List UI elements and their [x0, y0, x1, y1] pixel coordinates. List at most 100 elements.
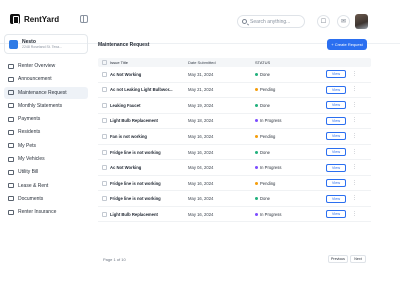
issue-title: Fridge line is not working — [110, 149, 161, 155]
table-row[interactable]: Fan is not working May 16, 2024 Pending Vie… — [98, 129, 371, 145]
row-select-cell[interactable] — [98, 102, 110, 108]
row-select-cell[interactable] — [98, 165, 110, 171]
search-input[interactable] — [250, 18, 305, 25]
select-all-checkbox[interactable] — [101, 60, 107, 65]
date-submitted: May 04, 2024 — [188, 165, 214, 171]
more-options-icon[interactable]: ⋮ — [352, 87, 357, 92]
search-bar[interactable] — [237, 15, 305, 28]
view-button[interactable]: View — [326, 148, 346, 156]
status-label: In Progress — [260, 165, 282, 171]
chat-icon[interactable]: ✉ — [337, 15, 350, 28]
sidebar-item-label: Renter Overview — [18, 63, 56, 69]
more-options-icon[interactable]: ⋮ — [352, 196, 357, 201]
view-button[interactable]: View — [326, 85, 346, 94]
table-row[interactable]: Light Bulb Replacement May 18, 2024 In Pro… — [98, 114, 371, 130]
more-options-icon[interactable]: ⋮ — [352, 102, 357, 108]
document-icon — [8, 196, 14, 202]
app-name: RentYard — [24, 14, 60, 24]
row-select-cell[interactable] — [98, 211, 110, 217]
row-actions: View ⋮ — [326, 85, 359, 94]
table-body: Ac Not Working May 31, 2024 Done View ⋮ Ac no… — [98, 67, 371, 223]
row-checkbox[interactable] — [101, 71, 107, 77]
property-selector[interactable]: Nesto 2248 Roseland St. Texa... — [4, 34, 88, 54]
row-checkbox[interactable] — [101, 149, 107, 155]
row-select-cell[interactable] — [98, 87, 110, 93]
view-button[interactable]: View — [326, 179, 346, 188]
more-options-icon[interactable]: ⋮ — [352, 71, 357, 77]
sidebar-item-lease-rent[interactable]: Lease & Rent — [4, 180, 88, 192]
more-options-icon[interactable]: ⋮ — [352, 180, 357, 186]
row-select-cell[interactable] — [98, 71, 110, 77]
sidebar-item-maintenance-request[interactable]: Maintenance Request — [4, 86, 88, 99]
previous-button[interactable]: Previous — [328, 255, 348, 263]
view-button[interactable]: View — [326, 163, 346, 172]
sidebar-item-renter-overview[interactable]: Renter Overview — [4, 60, 88, 72]
table-row[interactable]: Ac not Leaking Light Bulbwor... May 21, 2… — [98, 83, 371, 99]
select-all-cell[interactable] — [98, 60, 110, 65]
row-select-cell[interactable] — [98, 133, 110, 139]
wrench-icon — [8, 90, 14, 96]
next-button[interactable]: Next — [350, 255, 366, 263]
table-row[interactable]: Fridge line is not working May 16, 2024 Do… — [98, 191, 371, 207]
issue-title: Fridge line is not working — [110, 180, 161, 186]
sidebar-item-documents[interactable]: Documents — [4, 193, 88, 205]
status-badge: In Progress — [255, 165, 326, 170]
view-button[interactable]: View — [326, 210, 346, 219]
row-actions: View ⋮ — [326, 101, 359, 110]
table-row[interactable]: Fridge line is not working May 16, 2024 Do… — [98, 145, 371, 161]
status-badge: Pending — [255, 134, 326, 139]
sidebar-item-label: My Pets — [18, 142, 37, 149]
view-button[interactable]: View — [326, 194, 346, 203]
status-badge: Done — [255, 72, 326, 77]
row-select-cell[interactable] — [98, 149, 110, 155]
row-checkbox[interactable] — [101, 87, 107, 93]
sidebar-item-my-vehicles[interactable]: My Vehicles — [4, 153, 88, 165]
sidebar-item-announcement[interactable]: Announcement — [4, 73, 88, 85]
issue-title: Ac Not Working — [110, 71, 142, 77]
more-options-icon[interactable]: ⋮ — [352, 211, 357, 217]
row-checkbox[interactable] — [101, 180, 107, 186]
status-badge: In Progress — [255, 118, 326, 123]
row-checkbox[interactable] — [101, 211, 107, 217]
sidebar-item-label: Lease & Rent — [18, 182, 49, 189]
table-row[interactable]: Ac Not Working May 04, 2024 In Progress Vie… — [98, 160, 371, 176]
table-header: Issue Title Date Submitted STATUS — [98, 58, 371, 67]
avatar[interactable] — [355, 14, 368, 29]
table-row[interactable]: Ac Not Working May 31, 2024 Done View ⋮ — [98, 67, 371, 83]
row-select-cell[interactable] — [98, 196, 110, 202]
status-label: In Progress — [260, 211, 282, 217]
view-button[interactable]: View — [326, 116, 346, 125]
table-row[interactable]: Light Bulb Replacement May 16, 2024 In Pro… — [98, 207, 371, 223]
row-select-cell[interactable] — [98, 180, 110, 186]
sidebar-item-payments[interactable]: Payments — [4, 113, 88, 125]
row-select-cell[interactable] — [98, 118, 110, 124]
sidebar-item-monthly-statements[interactable]: Monthly Statements — [4, 100, 88, 112]
status-badge: Pending — [255, 181, 326, 186]
sidebar-item-my-pets[interactable]: My Pets — [4, 140, 88, 152]
row-actions: View ⋮ — [326, 179, 359, 188]
status-label: Done — [260, 102, 271, 108]
row-checkbox[interactable] — [101, 118, 107, 124]
more-options-icon[interactable]: ⋮ — [352, 149, 357, 155]
create-request-button[interactable]: + Create Request — [327, 39, 367, 50]
view-button[interactable]: View — [326, 101, 346, 110]
view-button[interactable]: View — [326, 132, 346, 141]
logo[interactable]: RentYard — [10, 14, 59, 24]
row-checkbox[interactable] — [101, 133, 107, 139]
row-checkbox[interactable] — [101, 196, 107, 202]
sidebar-toggle-icon[interactable] — [80, 15, 88, 23]
more-options-icon[interactable]: ⋮ — [352, 118, 357, 123]
row-checkbox[interactable] — [101, 102, 107, 108]
table-row[interactable]: Fridge line is not working May 16, 2024 Pe… — [98, 176, 371, 192]
paw-icon — [8, 143, 14, 149]
row-checkbox[interactable] — [101, 165, 107, 171]
status-label: Done — [260, 149, 271, 155]
sidebar-item-renter-insurance[interactable]: Renter Insurance — [4, 206, 88, 218]
table-row[interactable]: Leaking Faucet May 19, 2024 Done View ⋮ — [98, 98, 371, 114]
more-options-icon[interactable]: ⋮ — [352, 133, 357, 139]
sidebar-item-utility-bill[interactable]: Utility Bill — [4, 166, 88, 178]
view-button[interactable]: View — [326, 70, 346, 79]
bell-icon[interactable]: ☐ — [317, 15, 330, 28]
sidebar-item-residents[interactable]: Residents — [4, 126, 88, 138]
more-options-icon[interactable]: ⋮ — [352, 165, 357, 170]
